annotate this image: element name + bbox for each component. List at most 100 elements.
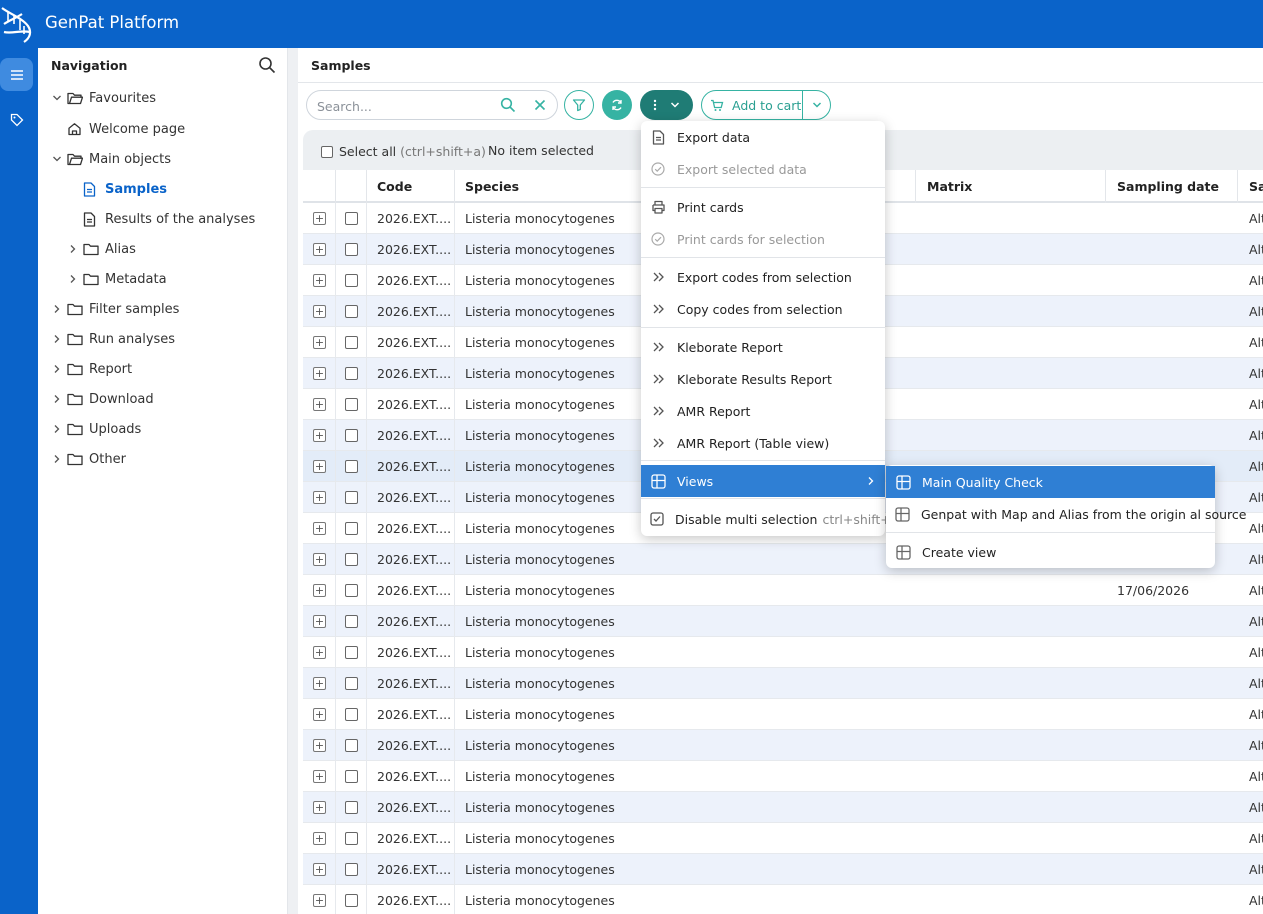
chevron-right-icon[interactable] — [50, 452, 64, 466]
row-checkbox[interactable] — [345, 367, 358, 380]
nav-item-results-of-the-analyses[interactable]: Results of the analyses — [66, 208, 255, 230]
nav-item-favourites[interactable]: Favourites — [50, 87, 156, 109]
nav-item-metadata[interactable]: Metadata — [66, 268, 167, 290]
nav-item-welcome-page[interactable]: Welcome page — [50, 118, 185, 140]
panel-splitter[interactable] — [288, 48, 298, 914]
menu-icon[interactable] — [0, 58, 33, 91]
row-checkbox[interactable] — [345, 212, 358, 225]
expand-row-icon[interactable]: + — [313, 212, 326, 225]
nav-item-report[interactable]: Report — [50, 358, 132, 380]
filter-button[interactable] — [564, 90, 594, 120]
select-all-toggle[interactable]: Select all (ctrl+shift+a) — [321, 144, 486, 159]
menu-item-kleborate-report[interactable]: Kleborate Report — [641, 332, 885, 362]
column-header-species[interactable]: Species — [465, 179, 519, 194]
row-checkbox[interactable] — [345, 739, 358, 752]
expand-row-icon[interactable]: + — [313, 615, 326, 628]
row-checkbox[interactable] — [345, 553, 358, 566]
chevron-right-icon[interactable] — [66, 272, 80, 286]
table-row[interactable]: +2026.EXT.... Listeria monocytogenes Alt — [303, 668, 1263, 699]
expand-row-icon[interactable]: + — [313, 522, 326, 535]
row-checkbox[interactable] — [345, 615, 358, 628]
expand-row-icon[interactable]: + — [313, 708, 326, 721]
nav-item-run-analyses[interactable]: Run analyses — [50, 328, 175, 350]
expand-row-icon[interactable]: + — [313, 336, 326, 349]
nav-item-filter-samples[interactable]: Filter samples — [50, 298, 179, 320]
menu-item-export-selected-data[interactable]: Export selected data — [641, 154, 885, 184]
table-row[interactable]: +2026.EXT.... Listeria monocytogenes Alt — [303, 699, 1263, 730]
table-row[interactable]: +2026.EXT.... Listeria monocytogenes Alt — [303, 606, 1263, 637]
row-checkbox[interactable] — [345, 801, 358, 814]
search-input[interactable] — [317, 96, 487, 116]
view-item-create-view[interactable]: Create view — [886, 537, 1215, 567]
row-checkbox[interactable] — [345, 832, 358, 845]
table-row[interactable]: +2026.EXT.... Listeria monocytogenes Alt — [303, 792, 1263, 823]
expand-row-icon[interactable]: + — [313, 553, 326, 566]
expand-row-icon[interactable]: + — [313, 801, 326, 814]
chevron-right-icon[interactable] — [50, 422, 64, 436]
chevron-right-icon[interactable] — [50, 392, 64, 406]
row-checkbox[interactable] — [345, 863, 358, 876]
row-checkbox[interactable] — [345, 429, 358, 442]
expand-row-icon[interactable]: + — [313, 739, 326, 752]
expand-row-icon[interactable]: + — [313, 274, 326, 287]
expand-row-icon[interactable]: + — [313, 894, 326, 907]
view-item-genpat-with-map-and-alias-from-the-origin-al-source[interactable]: Genpat with Map and Alias from the origi… — [886, 499, 1246, 529]
table-row[interactable]: +2026.EXT.... Listeria monocytogenes Alt — [303, 761, 1263, 792]
menu-item-disable-multi-selection[interactable]: Disable multi selection ctrl+shift+m — [641, 504, 903, 534]
chevron-down-icon[interactable] — [50, 91, 64, 105]
menu-item-print-cards[interactable]: Print cards — [641, 192, 885, 222]
expand-row-icon[interactable]: + — [313, 646, 326, 659]
row-checkbox[interactable] — [345, 336, 358, 349]
actions-menu-button[interactable] — [640, 90, 693, 120]
menu-item-copy-codes-from-selection[interactable]: Copy codes from selection — [641, 294, 885, 324]
expand-row-icon[interactable]: + — [313, 429, 326, 442]
table-row[interactable]: +2026.EXT.... Listeria monocytogenes Alt — [303, 885, 1263, 914]
select-all-checkbox[interactable] — [321, 145, 333, 158]
row-checkbox[interactable] — [345, 460, 358, 473]
nav-item-other[interactable]: Other — [50, 448, 126, 470]
refresh-button[interactable] — [602, 90, 632, 120]
menu-item-export-data[interactable]: Export data — [641, 122, 885, 152]
chevron-right-icon[interactable] — [50, 332, 64, 346]
row-checkbox[interactable] — [345, 243, 358, 256]
row-checkbox[interactable] — [345, 708, 358, 721]
expand-row-icon[interactable]: + — [313, 460, 326, 473]
nav-item-uploads[interactable]: Uploads — [50, 418, 141, 440]
row-checkbox[interactable] — [345, 305, 358, 318]
table-row[interactable]: +2026.EXT.... Listeria monocytogenes 17/06… — [303, 575, 1263, 606]
tag-icon[interactable] — [0, 103, 33, 136]
expand-row-icon[interactable]: + — [313, 584, 326, 597]
nav-item-download[interactable]: Download — [50, 388, 154, 410]
chevron-right-icon[interactable] — [66, 242, 80, 256]
row-checkbox[interactable] — [345, 522, 358, 535]
row-checkbox[interactable] — [345, 770, 358, 783]
chevron-right-icon[interactable] — [50, 302, 64, 316]
column-header-sa[interactable]: Sa — [1249, 179, 1263, 194]
column-header-sampling-date[interactable]: Sampling date — [1117, 179, 1219, 194]
table-row[interactable]: +2026.EXT.... Listeria monocytogenes Alt — [303, 823, 1263, 854]
chevron-down-icon[interactable] — [50, 152, 64, 166]
menu-item-amr-report[interactable]: AMR Report — [641, 396, 885, 426]
expand-row-icon[interactable]: + — [313, 367, 326, 380]
menu-item-kleborate-results-report[interactable]: Kleborate Results Report — [641, 364, 885, 394]
table-row[interactable]: +2026.EXT.... Listeria monocytogenes Alt — [303, 637, 1263, 668]
nav-item-alias[interactable]: Alias — [66, 238, 136, 260]
table-row[interactable]: +2026.EXT.... Listeria monocytogenes Alt — [303, 730, 1263, 761]
chevron-right-icon[interactable] — [50, 362, 64, 376]
table-row[interactable]: +2026.EXT.... Listeria monocytogenes Alt — [303, 854, 1263, 885]
cart-options-button[interactable] — [803, 91, 830, 119]
search-icon[interactable] — [258, 56, 276, 74]
add-to-cart-button[interactable]: Add to cart — [702, 91, 804, 119]
clear-icon[interactable] — [532, 97, 548, 113]
nav-item-main-objects[interactable]: Main objects — [50, 148, 171, 170]
search-icon[interactable] — [500, 97, 516, 113]
expand-row-icon[interactable]: + — [313, 243, 326, 256]
expand-row-icon[interactable]: + — [313, 677, 326, 690]
column-header-code[interactable]: Code — [377, 179, 412, 194]
menu-item-export-codes-from-selection[interactable]: Export codes from selection — [641, 262, 885, 292]
expand-row-icon[interactable]: + — [313, 305, 326, 318]
menu-item-amr-report-table-view[interactable]: AMR Report (Table view) — [641, 428, 885, 458]
row-checkbox[interactable] — [345, 646, 358, 659]
nav-item-samples[interactable]: Samples — [66, 178, 167, 200]
expand-row-icon[interactable]: + — [313, 770, 326, 783]
